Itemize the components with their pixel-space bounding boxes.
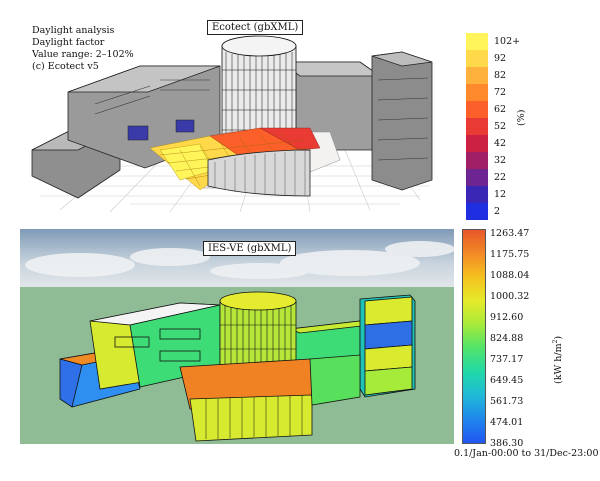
- info-line: (c) Ecotect v5: [32, 61, 99, 72]
- legend-label: 42: [494, 138, 507, 149]
- iesve-color-bar: [462, 229, 486, 444]
- legend-label: 102+: [494, 36, 521, 47]
- legend-swatch: [466, 135, 488, 152]
- percent-unit-label: (%): [516, 109, 527, 126]
- legend-swatch: [466, 152, 488, 169]
- legend-label: 82: [494, 70, 507, 81]
- ecotect-title: Ecotect (gbXML): [207, 20, 304, 35]
- legend-swatch: [466, 203, 488, 220]
- legend-label: 12: [494, 189, 507, 200]
- legend-label: 62: [494, 104, 507, 115]
- legend-swatch: [466, 67, 488, 84]
- legend-swatch: [466, 50, 488, 67]
- legend-label: 22: [494, 172, 507, 183]
- scale-label: 1000.32: [490, 291, 530, 302]
- ecotect-panel: Daylight analysis Daylight factor Value …: [0, 0, 600, 225]
- unit-sup: 2: [552, 339, 559, 344]
- unit-base: (kW h/m: [553, 343, 565, 384]
- legend-swatch: [466, 84, 488, 101]
- legend-label: 52: [494, 121, 507, 132]
- scale-label: 737.17: [490, 354, 524, 365]
- legend-swatch: [466, 33, 488, 50]
- scale-label: 824.88: [490, 333, 524, 344]
- info-line: Value range: 2–102%: [32, 49, 134, 60]
- scale-label: 1088.04: [490, 270, 530, 281]
- iesve-scene: [20, 229, 454, 444]
- info-line: Daylight factor: [32, 37, 105, 48]
- legend-label: 32: [494, 155, 507, 166]
- iesve-building-render: [20, 229, 454, 444]
- info-line: Daylight analysis: [32, 25, 115, 36]
- legend-swatch: [466, 101, 488, 118]
- unit-end: ): [553, 335, 565, 340]
- time-range-label: 0.1/Jan-00:00 to 31/Dec-23:00: [454, 448, 599, 459]
- energy-unit-label: (kW h/m2): [552, 336, 564, 384]
- scale-label: 912.60: [490, 312, 524, 323]
- scale-label: 474.01: [490, 417, 524, 428]
- scale-label: 561.73: [490, 396, 524, 407]
- legend-swatch: [466, 186, 488, 203]
- scale-label: 1263.47: [490, 228, 530, 239]
- iesve-title: IES-VE (gbXML): [203, 241, 297, 256]
- scale-label: 1175.75: [490, 249, 530, 260]
- legend-label: 92: [494, 53, 507, 64]
- scale-label: 649.45: [490, 375, 524, 386]
- legend-label: 2: [494, 206, 501, 217]
- legend-swatch: [466, 118, 488, 135]
- legend-label: 72: [494, 87, 507, 98]
- legend-swatch: [466, 169, 488, 186]
